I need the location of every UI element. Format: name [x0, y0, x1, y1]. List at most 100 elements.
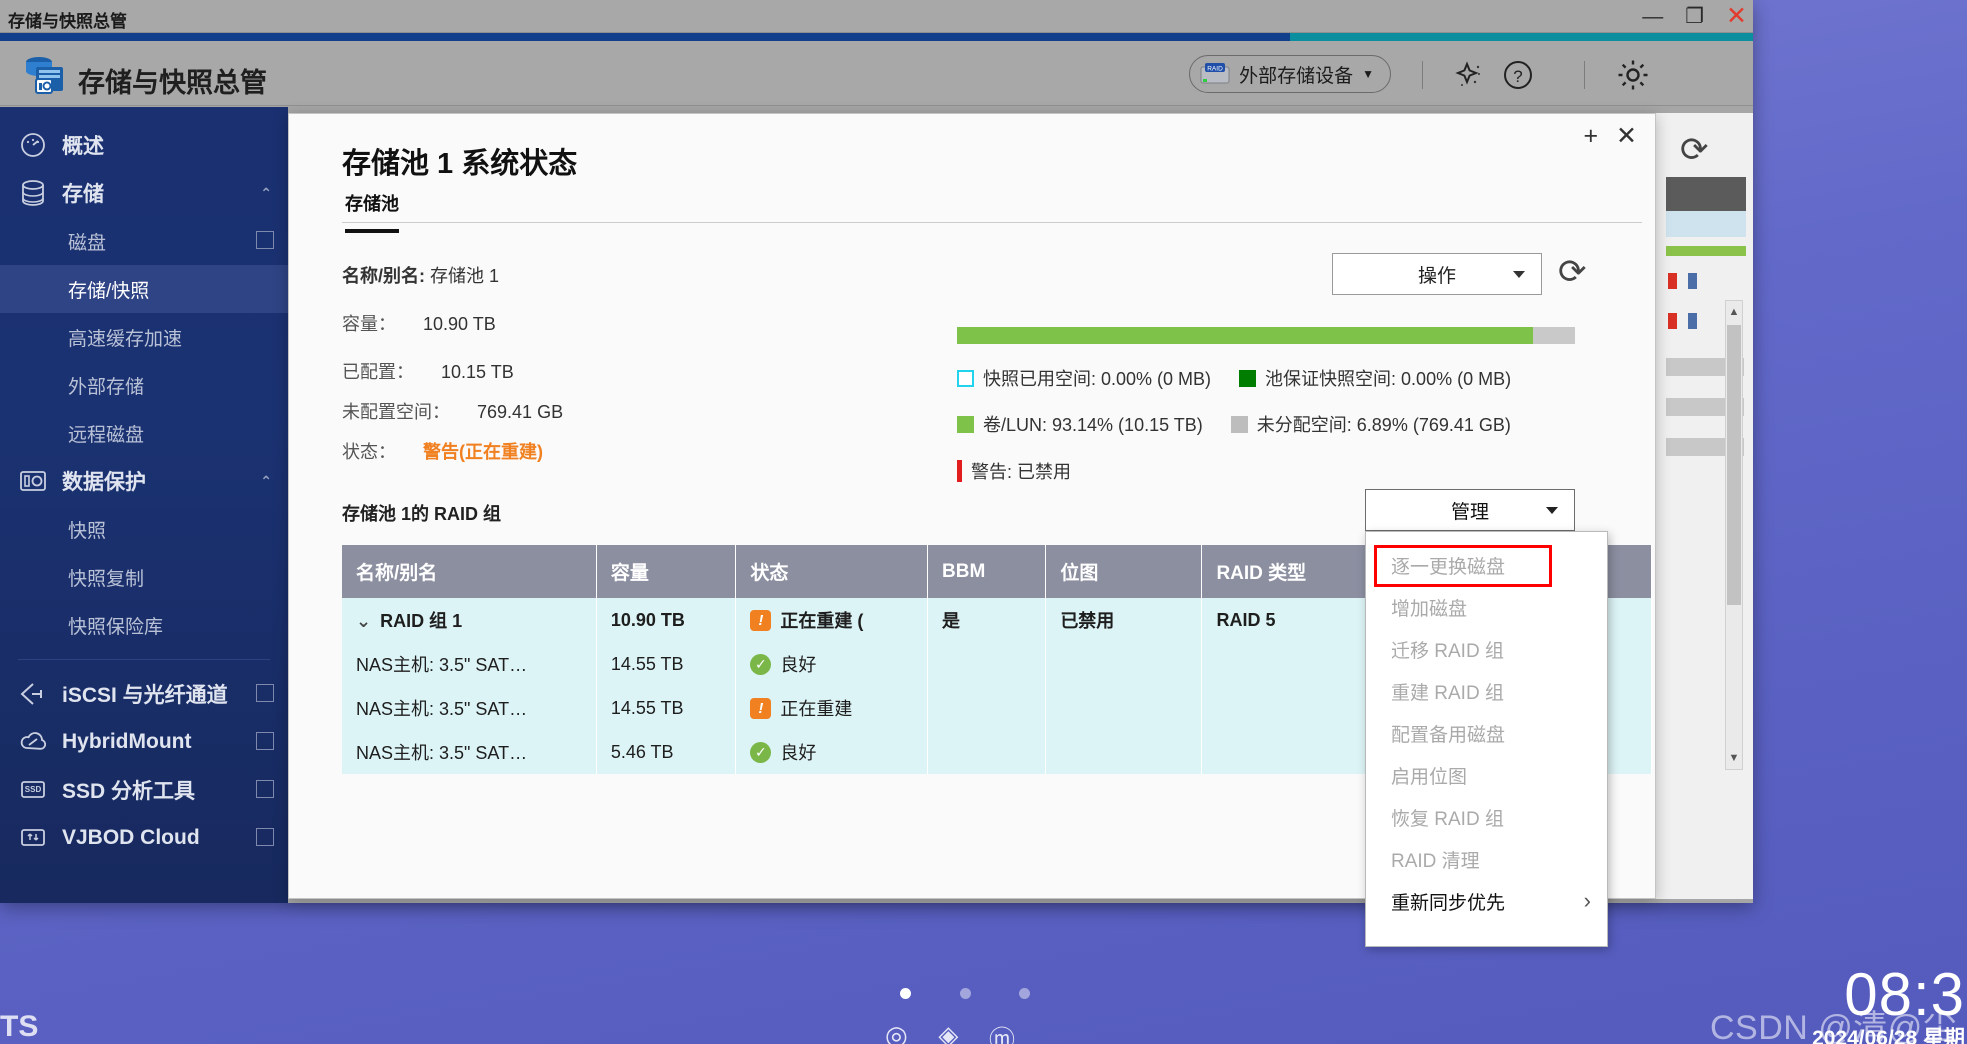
menu-item-migrate-raid-group: 迁移 RAID 组 — [1366, 628, 1607, 670]
menu-item-resync-priority[interactable]: 重新同步优先 › — [1366, 880, 1607, 922]
sidebar-item-storage-snapshots[interactable]: 存储/快照 — [0, 265, 288, 313]
dialog-refresh-button[interactable]: ⟳ — [1558, 255, 1587, 289]
unallocated-label: 未配置空间： — [342, 402, 450, 422]
sidebar-label: 外部存储 — [68, 376, 145, 398]
cell-raid-type — [1201, 686, 1380, 730]
legend-swatch-snapshot-used — [957, 369, 974, 387]
sidebar-label: 快照 — [68, 520, 107, 542]
scrollbar-thumb[interactable] — [1727, 325, 1741, 605]
pool-capacity-row: 容量： 10.90 TB — [342, 310, 496, 336]
col-header-bitmap[interactable]: 位图 — [1045, 545, 1203, 598]
sidebar-item-vjbod-cloud[interactable]: VJBOD Cloud — [0, 814, 288, 862]
raid-drive-icon: RAID — [1200, 63, 1230, 84]
desktop-clock-time: 08:3 — [1844, 961, 1965, 1028]
svg-text:SSD: SSD — [25, 785, 42, 794]
dock-back-icon[interactable]: ◈ — [938, 1020, 958, 1044]
sidebar-item-overview[interactable]: 概述 — [0, 121, 288, 169]
col-header-raid-type[interactable]: RAID 类型 — [1201, 545, 1380, 598]
cell-capacity: 5.46 TB — [596, 730, 737, 774]
action-dropdown-button[interactable]: 操作 — [1332, 253, 1542, 295]
maximize-button[interactable]: ❐ — [1685, 6, 1704, 27]
pool-name-label: 名称/别名: — [342, 266, 425, 286]
desktop-left-label: TS — [0, 1010, 39, 1043]
sidebar-indicator-box — [256, 780, 274, 798]
external-storage-button[interactable]: RAID 外部存储设备 ▼ — [1189, 55, 1391, 93]
sidebar-item-snapshot-vault[interactable]: 快照保险库 — [0, 601, 288, 649]
status-badge: 警告(正在重建) — [423, 442, 544, 462]
sidebar-label: 快照保险库 — [68, 616, 164, 638]
manage-dropdown-menu[interactable]: 逐一更换磁盘 增加磁盘 迁移 RAID 组 重建 RAID 组 配置备用磁盘 启… — [1365, 531, 1608, 947]
wizard-button[interactable] — [1448, 55, 1488, 95]
strip-alert-mark — [1668, 273, 1677, 289]
close-button[interactable]: ✕ — [1726, 4, 1747, 29]
cell-name: NAS主机: 3.5" SAT… — [342, 686, 597, 730]
chevron-down-icon[interactable]: ⌄ — [356, 611, 371, 631]
legend-pool-guarantee: 池保证快照空间: 0.00% (0 MB) — [1239, 365, 1511, 391]
dialog-tabbar — [342, 222, 1642, 223]
menu-item-rebuild-raid-group: 重建 RAID 组 — [1366, 670, 1607, 712]
dialog-scrollbar[interactable]: ▲ ▼ — [1725, 300, 1743, 770]
page-dot-3[interactable] — [1019, 988, 1030, 999]
sidebar-label: 远程磁盘 — [68, 424, 145, 446]
manage-dropdown-button[interactable]: 管理 — [1365, 489, 1575, 531]
sidebar-item-storage[interactable]: 存储 ⌃ — [0, 169, 288, 217]
sidebar-item-cache-acceleration[interactable]: 高速缓存加速 — [0, 313, 288, 361]
tab-storage-pool[interactable]: 存储池 — [345, 190, 399, 233]
capacity-label: 容量： — [342, 314, 396, 334]
page-indicator-dots[interactable] — [900, 988, 1030, 999]
chevron-down-icon — [1513, 271, 1525, 278]
capacity-bar-fill — [957, 327, 1533, 344]
scroll-down-arrow[interactable]: ▼ — [1726, 747, 1742, 769]
help-button[interactable]: ? — [1498, 55, 1538, 95]
sidebar-item-external-storage[interactable]: 外部存储 — [0, 361, 288, 409]
legend-text: 卷/LUN: 93.14% (10.15 TB) — [983, 415, 1203, 435]
sidebar-label: 快照复制 — [68, 568, 145, 590]
strip-row-block — [1666, 211, 1746, 237]
gear-icon — [1618, 60, 1648, 90]
dock-compass-icon[interactable]: ◎ — [885, 1020, 908, 1044]
sidebar-label: 高速缓存加速 — [68, 328, 183, 350]
cell-name[interactable]: ⌄ RAID 组 1 — [342, 598, 597, 642]
sidebar-item-iscsi-fibre[interactable]: iSCSI 与光纤通道 — [0, 670, 288, 718]
strip-header-block — [1666, 177, 1746, 211]
dialog-add-button[interactable]: + — [1583, 124, 1598, 149]
scroll-up-arrow[interactable]: ▲ — [1726, 301, 1742, 323]
sidebar-item-disks[interactable]: 磁盘 — [0, 217, 288, 265]
vjbod-icon — [18, 823, 48, 853]
col-header-status[interactable]: 状态 — [735, 545, 929, 598]
col-header-capacity[interactable]: 容量 — [596, 545, 737, 598]
warning-icon: ! — [750, 697, 772, 719]
cell-bbm — [927, 730, 1047, 774]
app-header: 存储与快照总管 RAID 外部存储设备 ▼ ? — [0, 41, 1753, 106]
col-header-name[interactable]: 名称/别名 — [342, 545, 597, 598]
settings-button[interactable] — [1613, 55, 1653, 95]
pool-name-value: 存储池 1 — [430, 266, 500, 286]
iscsi-icon — [18, 679, 48, 709]
window-controls[interactable]: — ❐ ✕ — [1642, 0, 1747, 33]
dialog-close-button[interactable]: ✕ — [1616, 124, 1637, 149]
dialog-title: 存储池 1 系统状态 — [342, 148, 578, 180]
minimize-button[interactable]: — — [1642, 6, 1663, 27]
panel-refresh-icon[interactable]: ⟳ — [1680, 130, 1709, 170]
sidebar-item-snapshot[interactable]: 快照 — [0, 505, 288, 553]
cell-status: ! 正在重建 — [735, 686, 929, 730]
sidebar-item-ssd-analyzer[interactable]: SSD SSD 分析工具 — [0, 766, 288, 814]
sidebar-item-data-protection[interactable]: 数据保护 ⌃ — [0, 457, 288, 505]
cell-raid-type — [1201, 642, 1380, 686]
sidebar-item-snapshot-replica[interactable]: 快照复制 — [0, 553, 288, 601]
dialog-controls[interactable]: + ✕ — [1583, 124, 1637, 149]
page-dot-1[interactable] — [900, 988, 911, 999]
sidebar-item-hybridmount[interactable]: HybridMount — [0, 718, 288, 766]
sidebar-label: iSCSI 与光纤通道 — [62, 684, 228, 707]
dock-icon-row[interactable]: ◎ ◈ ⓜ — [885, 1020, 1015, 1044]
help-circle-icon: ? — [1504, 61, 1532, 89]
sidebar-item-remote-disk[interactable]: 远程磁盘 — [0, 409, 288, 457]
page-dot-2[interactable] — [959, 988, 971, 999]
check-icon: ✓ — [750, 741, 772, 763]
legend-warning-threshold: 警告: 已禁用 — [957, 458, 1071, 484]
warning-icon: ! — [750, 609, 772, 631]
cell-name: NAS主机: 3.5" SAT… — [342, 730, 597, 774]
col-header-bbm[interactable]: BBM — [927, 545, 1047, 598]
dock-menu-icon[interactable]: ⓜ — [989, 1020, 1015, 1044]
legend-swatch-unallocated — [1230, 415, 1248, 433]
